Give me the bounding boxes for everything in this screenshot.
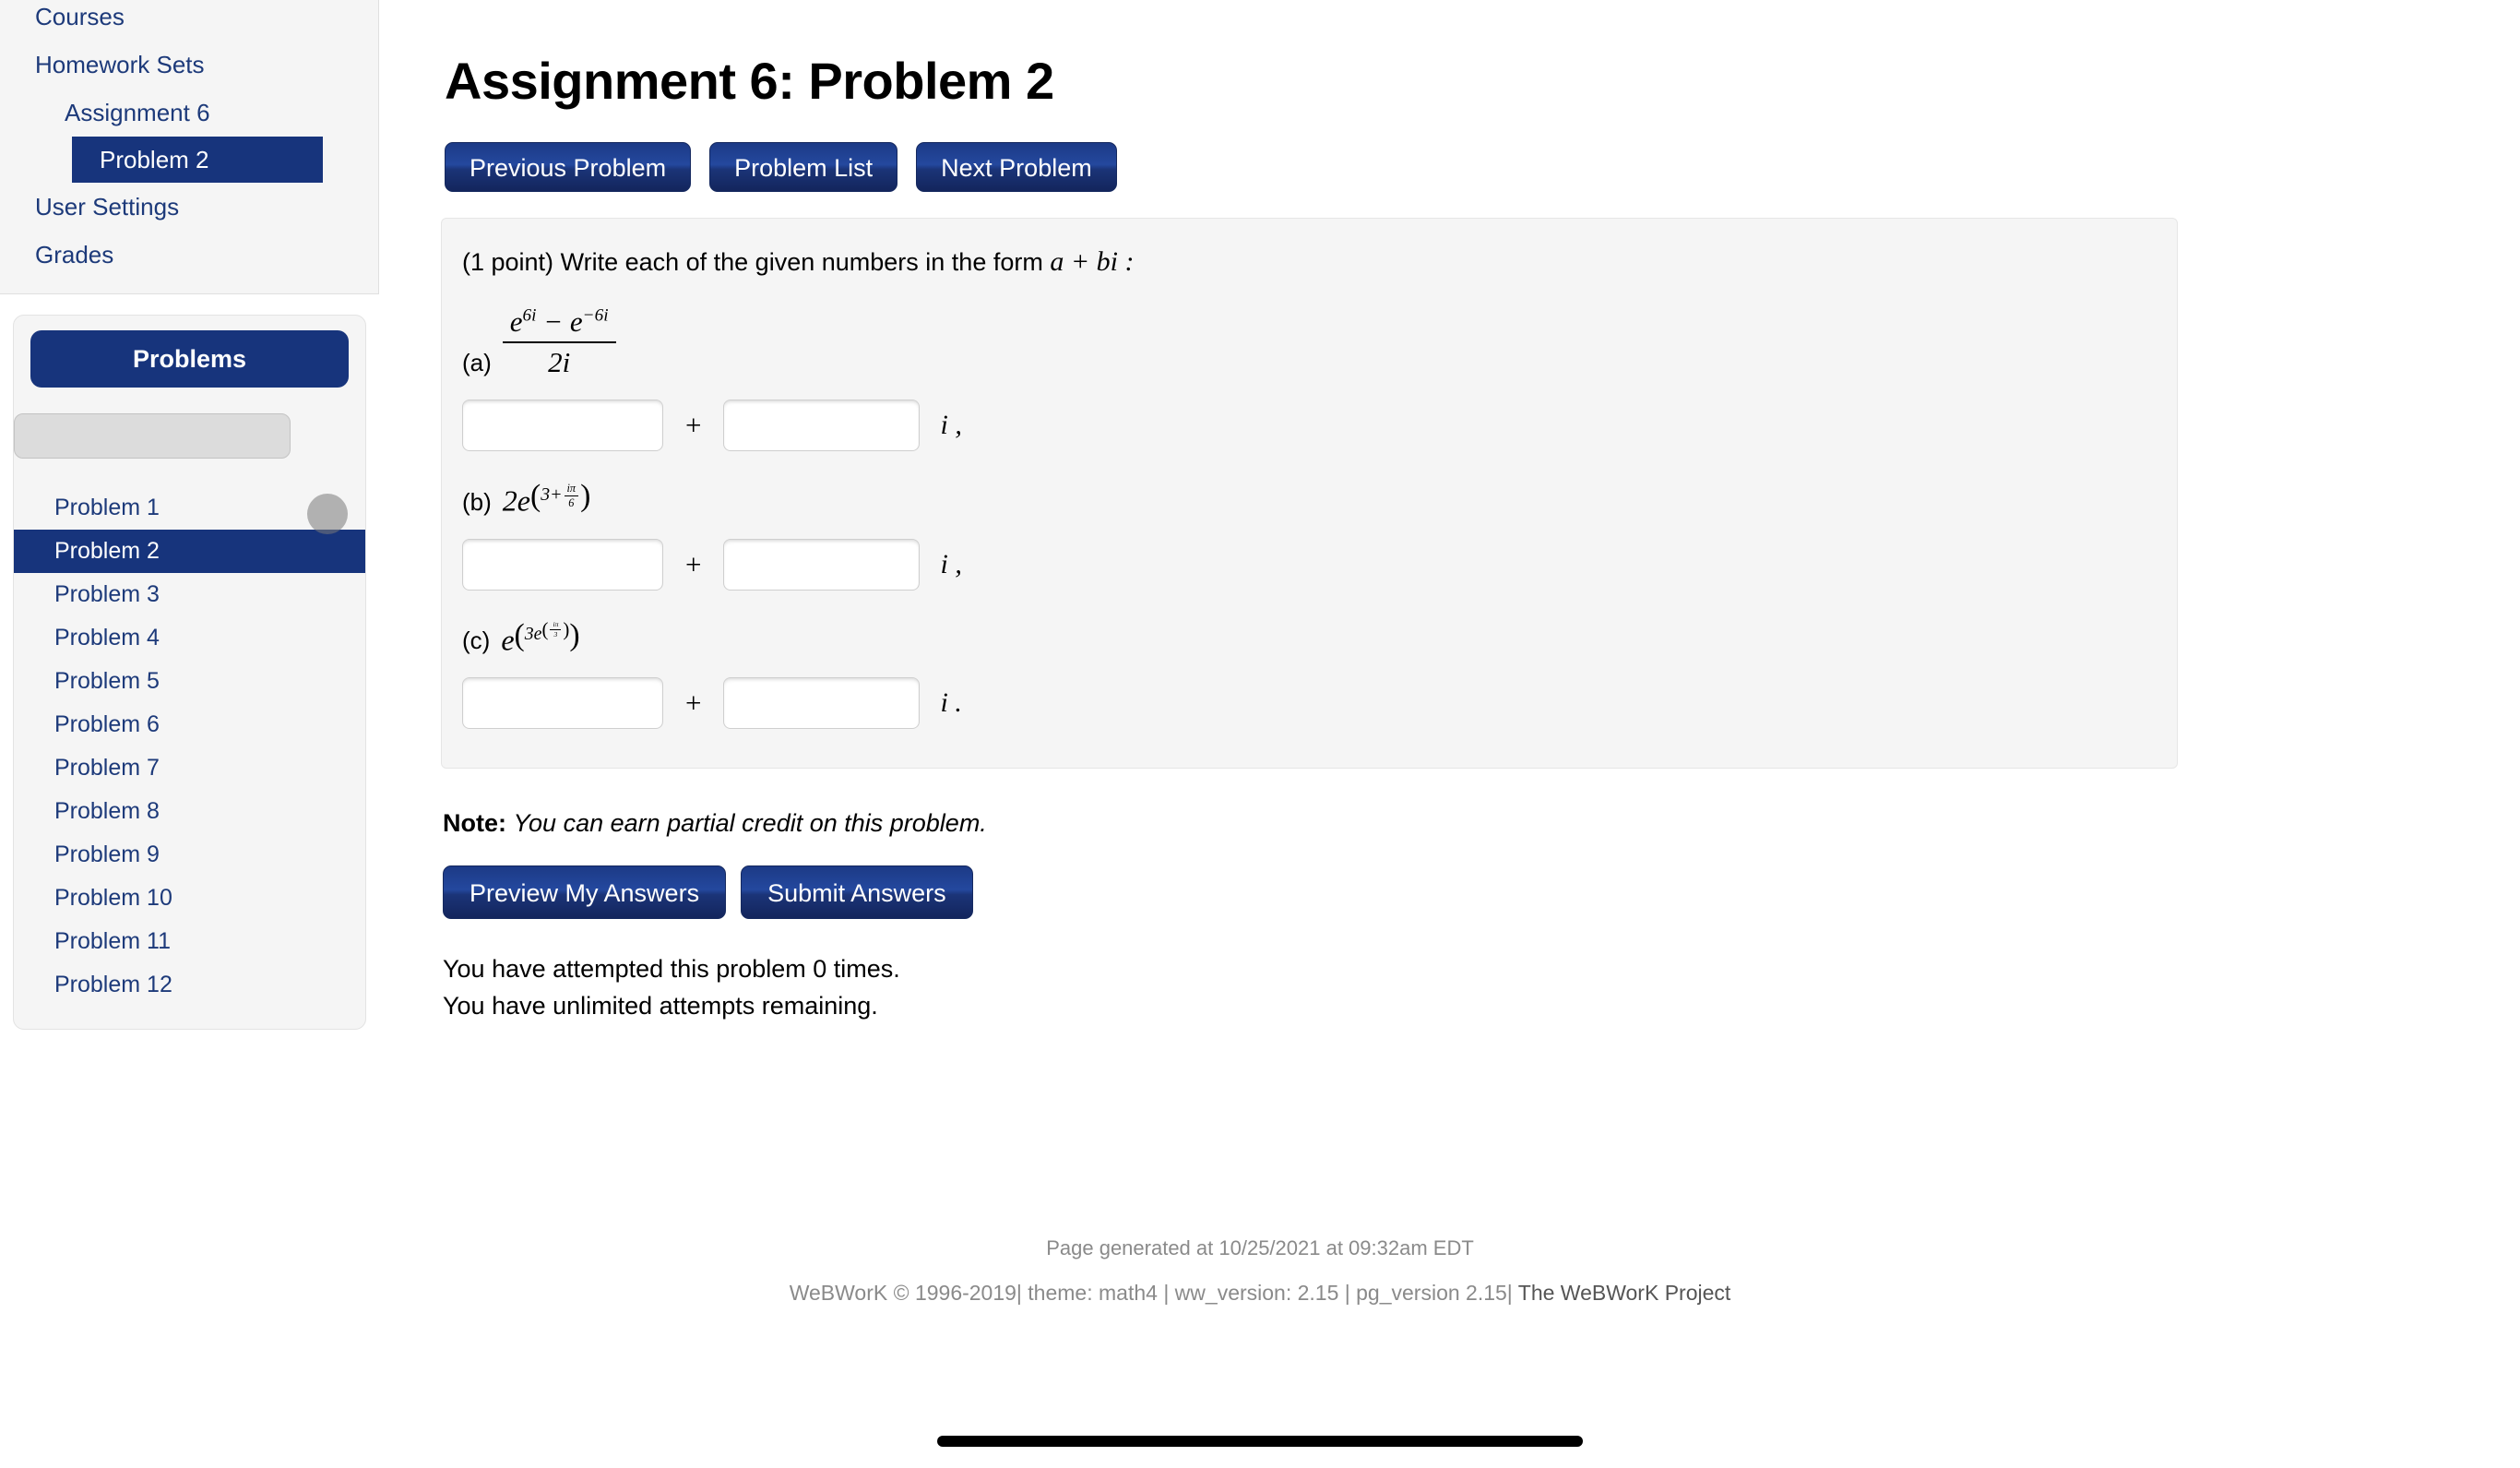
touch-pointer-indicator xyxy=(307,494,348,534)
attempts-info: You have attempted this problem 0 times.… xyxy=(443,950,2520,1024)
prompt-form: a + bi xyxy=(1050,246,1118,277)
course-navigation: Courses Homework Sets Assignment 6 Probl… xyxy=(0,0,379,294)
main-content: Assignment 6: Problem 2 Previous Problem… xyxy=(434,0,2520,1024)
problem-list-item-7[interactable]: Problem 7 xyxy=(14,746,365,790)
part-b-answer-row: + i , xyxy=(462,538,2177,591)
footer-meta: WeBWorK © 1996-2019| theme: math4 | ww_v… xyxy=(0,1281,2520,1306)
part-c-expression: (c) e(3e(iπ 3)) xyxy=(462,618,2177,658)
part-b-plus-sign: + xyxy=(685,547,702,580)
part-c-formula: e(3e(iπ 3)) xyxy=(501,617,580,657)
webwork-problem-page: Courses Homework Sets Assignment 6 Probl… xyxy=(0,0,2520,1468)
part-a-denominator: 2i xyxy=(548,346,571,378)
footer-project-link[interactable]: The WeBWorK Project xyxy=(1518,1281,1731,1305)
footer-generated-timestamp: Page generated at 10/25/2021 at 09:32am … xyxy=(1046,1236,1474,1259)
part-c-imaginary-input[interactable] xyxy=(723,677,921,730)
sidebar-item-assignment-6[interactable]: Assignment 6 xyxy=(0,89,378,137)
next-problem-button[interactable]: Next Problem xyxy=(916,142,1117,192)
submit-answers-button[interactable]: Submit Answers xyxy=(741,865,973,920)
part-a-real-input[interactable] xyxy=(462,400,663,451)
problem-list-item-11[interactable]: Problem 11 xyxy=(14,920,365,963)
part-b-expression: (b) 2e(3+ iπ 6) xyxy=(462,479,2177,519)
problem-prompt: (1 point) Write each of the given number… xyxy=(462,246,2177,278)
problem-list-item-6[interactable]: Problem 6 xyxy=(14,703,365,746)
part-a-plus-sign: + xyxy=(685,409,702,441)
attempts-remaining-line: You have unlimited attempts remaining. xyxy=(443,992,878,1020)
home-indicator-bar xyxy=(937,1436,1583,1447)
problem-list: Problem 1 Problem 2 Problem 3 Problem 4 … xyxy=(14,486,365,1007)
page-title: Assignment 6: Problem 2 xyxy=(445,52,1054,110)
problem-list-item-5[interactable]: Problem 5 xyxy=(14,660,365,703)
problem-body: (1 point) Write each of the given number… xyxy=(441,218,2178,770)
part-c-suffix: i . xyxy=(940,687,962,719)
part-a-answer-row: + i , xyxy=(462,400,2177,451)
previous-problem-button[interactable]: Previous Problem xyxy=(445,142,692,192)
part-a-expression: (a) e6i − e−6i 2i xyxy=(462,305,2177,379)
partial-credit-note: Note: You can earn partial credit on thi… xyxy=(443,809,2520,838)
preview-my-answers-button[interactable]: Preview My Answers xyxy=(443,865,727,920)
problem-list-item-8[interactable]: Problem 8 xyxy=(14,790,365,833)
problems-panel: Problems Problem 1 Problem 2 Problem 3 P… xyxy=(13,315,366,1030)
part-b-formula: 2e(3+ iπ 6) xyxy=(502,479,591,518)
problems-panel-header: Problems xyxy=(30,330,349,388)
problem-list-item-2[interactable]: Problem 2 xyxy=(14,530,365,573)
answer-action-buttons: Preview My Answers Submit Answers xyxy=(443,865,2520,920)
part-c-plus-sign: + xyxy=(685,686,702,720)
part-a-suffix: i , xyxy=(940,410,962,440)
prompt-colon: : xyxy=(1124,246,1135,277)
part-a-fraction: e6i − e−6i 2i xyxy=(502,305,616,379)
prompt-text: Write each of the given numbers in the f… xyxy=(560,248,1043,276)
problems-search-input[interactable] xyxy=(14,413,291,459)
part-b-imaginary-input[interactable] xyxy=(723,538,921,591)
problem-list-item-12[interactable]: Problem 12 xyxy=(14,963,365,1007)
part-c-answer-row: + i . xyxy=(462,677,2177,730)
attempts-count-line: You have attempted this problem 0 times. xyxy=(443,955,900,984)
problem-nav-buttons: Previous Problem Problem List Next Probl… xyxy=(445,142,2520,192)
problem-list-item-3[interactable]: Problem 3 xyxy=(14,573,365,616)
part-a-numerator: e6i − e−6i xyxy=(502,305,616,343)
sidebar-item-grades[interactable]: Grades xyxy=(0,231,378,279)
sidebar-item-problem-2[interactable]: Problem 2 xyxy=(72,137,323,183)
footer-copyright: WeBWorK © 1996-2019| theme: math4 | ww_v… xyxy=(789,1281,1513,1305)
sidebar-item-user-settings[interactable]: User Settings xyxy=(0,183,378,231)
problem-list-button[interactable]: Problem List xyxy=(709,142,898,192)
part-c-label: (c) xyxy=(462,627,491,655)
note-text: You can earn partial credit on this prob… xyxy=(513,809,987,838)
prompt-points: (1 point) xyxy=(462,248,554,276)
problem-list-item-10[interactable]: Problem 10 xyxy=(14,877,365,920)
part-b-real-input[interactable] xyxy=(462,538,663,591)
problem-list-item-9[interactable]: Problem 9 xyxy=(14,833,365,877)
part-b-suffix: i , xyxy=(940,548,962,579)
part-c-real-input[interactable] xyxy=(462,677,663,730)
problem-list-item-4[interactable]: Problem 4 xyxy=(14,616,365,660)
note-label: Note: xyxy=(443,809,506,838)
page-footer: Page generated at 10/25/2021 at 09:32am … xyxy=(0,1236,2520,1306)
sidebar-item-homework-sets[interactable]: Homework Sets xyxy=(0,41,378,89)
sidebar-item-courses[interactable]: Courses xyxy=(0,0,378,41)
part-a-imaginary-input[interactable] xyxy=(723,400,921,451)
part-a-label: (a) xyxy=(462,349,492,376)
part-b-label: (b) xyxy=(462,487,492,516)
